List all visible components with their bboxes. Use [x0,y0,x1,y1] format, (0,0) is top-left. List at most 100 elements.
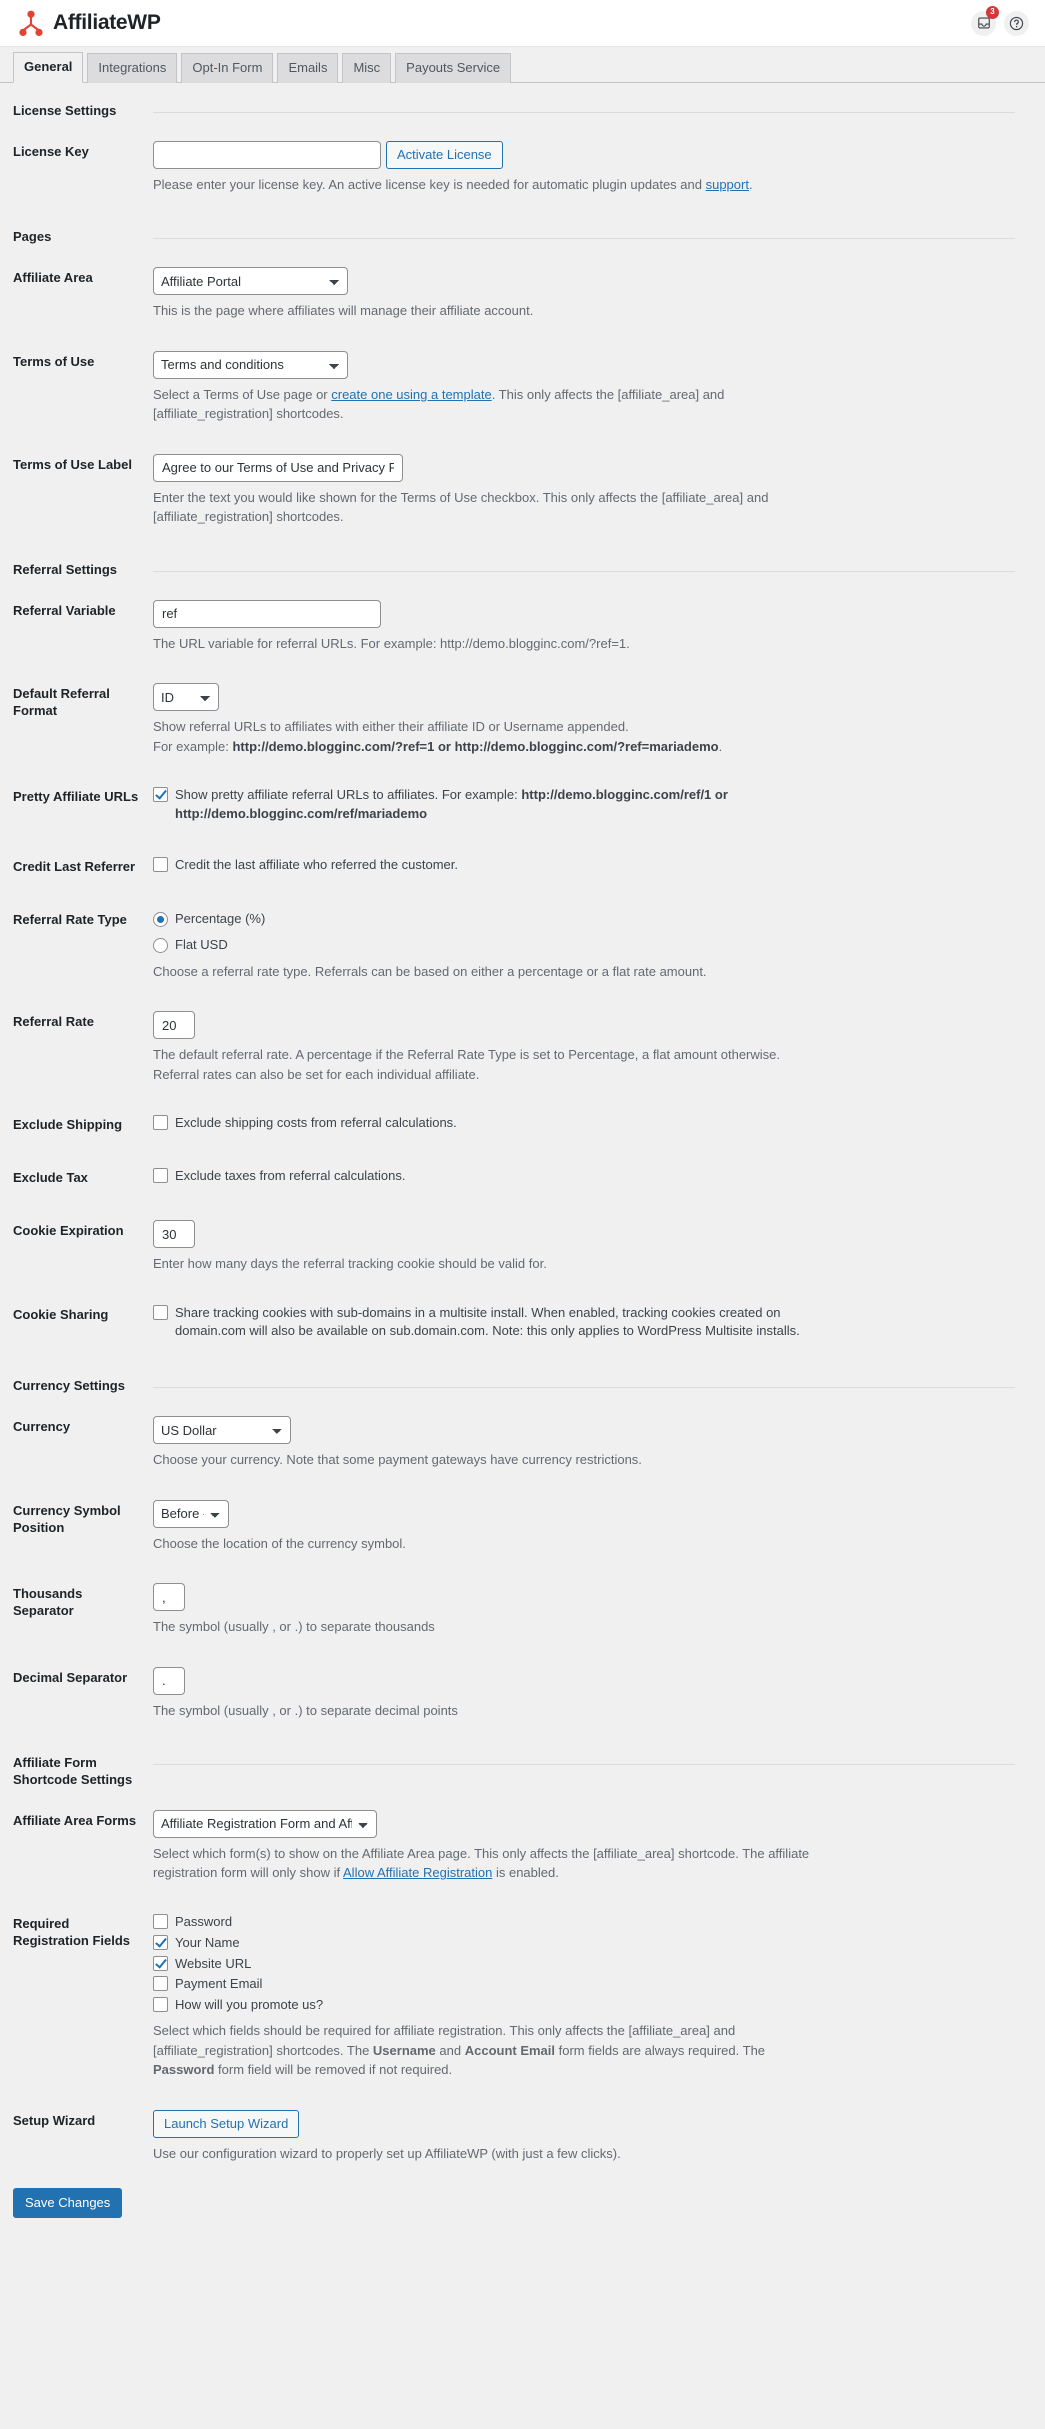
label-decimal-separator: Decimal Separator [13,1669,128,1685]
thousands-separator-input[interactable] [153,1583,185,1612]
promote-checkbox[interactable] [153,1997,168,2013]
rrf-desc-2: and [435,2042,465,2058]
referral-rate-type-option-percentage[interactable]: Percentage (%) [153,909,1015,929]
drf-desc-line2-pre: For example: [153,738,233,754]
currency-select[interactable]: US Dollar [153,1416,291,1445]
label-referral-rate-type: Referral Rate Type [13,911,127,927]
affiliate-area-forms-select[interactable]: Affiliate Registration Form and Affiliat… [153,1809,377,1838]
referral-variable-input[interactable] [153,599,381,628]
section-divider [153,542,1025,585]
rrf-desc-3: form fields are always required. The [555,2042,766,2058]
label-referral-variable: Referral Variable [13,602,116,618]
thousands-separator-description: The symbol (usually , or .) to separate … [153,1619,435,1635]
header-actions: 3 [971,5,1029,36]
default-referral-format-description: Show referral URLs to affiliates with ei… [153,717,813,756]
row-decimal-separator: Decimal Separator The symbol (usually , … [13,1652,1025,1736]
row-referral-variable: Referral Variable The URL variable for r… [13,585,1025,669]
currency-symbol-position-select[interactable]: Before - $10 [153,1499,229,1528]
license-key-desc-post: . [748,176,753,192]
settings-form: License Settings License Key Activate Li… [0,83,1045,2178]
label-default-referral-format: Default Referral Format [13,686,110,719]
payment-email-checkbox[interactable] [153,1976,168,1992]
section-affiliate-form-shortcode-settings: Affiliate Form Shortcode Settings [13,1735,1025,1795]
allow-affiliate-registration-link[interactable]: Allow Affiliate Registration [343,1865,492,1880]
your-name-checkbox[interactable] [153,1934,168,1950]
field-option-password[interactable]: Password [153,1913,1015,1932]
tab-payouts-service[interactable]: Payouts Service [395,52,512,83]
terms-of-use-label-input[interactable] [153,453,403,482]
rrf-desc-4: form field will be removed if not requir… [214,2062,453,2078]
tab-opt-in-form[interactable]: Opt-In Form [181,52,274,83]
section-currency-settings: Currency Settings [13,1358,1025,1401]
website-url-checkbox[interactable] [153,1955,168,1971]
tab-emails[interactable]: Emails [277,52,339,83]
label-pretty-affiliate-urls: Pretty Affiliate URLs [13,789,139,805]
row-affiliate-area: Affiliate Area Affiliate Portal This is … [13,252,1025,336]
credit-last-referrer-checkbox[interactable] [153,856,168,872]
pretty-affiliate-urls-checkbox[interactable] [153,787,168,803]
field-option-website-url[interactable]: Website URL [153,1955,1015,1974]
field-option-payment-email[interactable]: Payment Email [153,1975,1015,1994]
cookie-expiration-input[interactable] [153,1220,195,1249]
label-terms-of-use: Terms of Use [13,353,95,369]
drf-desc-line2-post: . [718,738,723,754]
section-referral-settings: Referral Settings [13,542,1025,585]
flat-label: Flat USD [175,937,228,953]
flat-radio[interactable] [153,938,168,953]
tab-misc[interactable]: Misc [342,52,392,83]
percentage-label: Percentage (%) [175,910,266,926]
help-circle-icon [1009,16,1024,30]
password-label: Password [175,1913,233,1929]
cookie-sharing-checkbox[interactable] [153,1304,168,1320]
field-option-promote[interactable]: How will you promote us? [153,1996,1015,2015]
drf-desc-line2-bold: http://demo.blogginc.com/?ref=1 or http:… [232,738,719,754]
default-referral-format-select[interactable]: ID [153,683,219,712]
help-button[interactable] [1004,10,1029,36]
setup-wizard-description: Use our configuration wizard to properly… [153,2145,621,2161]
tou-desc-pre: Select a Terms of Use page or [153,386,332,402]
create-template-link[interactable]: create one using a template [331,387,491,402]
activate-license-button[interactable]: Activate License [386,140,503,169]
field-option-your-name[interactable]: Your Name [153,1934,1015,1953]
section-divider [153,209,1025,252]
password-checkbox[interactable] [153,1913,168,1929]
tab-general[interactable]: General [13,51,84,83]
cookie-sharing-text: Share tracking cookies with sub-domains … [175,1304,800,1339]
notifications-button[interactable]: 3 [971,5,999,36]
app-header: AffiliateWP 3 [0,0,1045,47]
save-changes-button[interactable]: Save Changes [13,2188,123,2219]
label-credit-last-referrer: Credit Last Referrer [13,858,136,874]
terms-of-use-label-description: Enter the text you would like shown for … [153,489,769,525]
aaf-desc-post: is enabled. [492,1865,559,1881]
label-affiliate-area-forms: Affiliate Area Forms [13,1812,137,1828]
referral-rate-description: The default referral rate. A percentage … [153,1047,780,1082]
row-terms-of-use: Terms of Use Terms and conditions Select… [13,336,1025,439]
section-pages: Pages [13,209,1025,252]
your-name-label: Your Name [175,1934,240,1950]
row-cookie-sharing: Cookie Sharing Share tracking cookies wi… [13,1289,1025,1359]
row-setup-wizard: Setup Wizard Launch Setup Wizard Use our… [13,2095,1025,2179]
decimal-separator-description: The symbol (usually , or .) to separate … [153,1702,458,1718]
label-currency: Currency [13,1419,71,1435]
exclude-shipping-checkbox[interactable] [153,1115,168,1131]
form-footer: Save Changes [0,2178,1045,2236]
launch-setup-wizard-button[interactable]: Launch Setup Wizard [153,2109,300,2138]
label-setup-wizard: Setup Wizard [13,2112,96,2128]
promote-label: How will you promote us? [175,1997,324,2013]
label-affiliate-area: Affiliate Area [13,270,93,286]
support-link[interactable]: support [706,177,749,192]
exclude-tax-checkbox[interactable] [153,1168,168,1184]
row-currency: Currency US Dollar Choose your currency.… [13,1401,1025,1485]
referral-rate-type-option-flat[interactable]: Flat USD [153,935,1015,955]
referral-rate-input[interactable] [153,1011,195,1040]
row-pretty-affiliate-urls: Pretty Affiliate URLs Show pretty affili… [13,771,1025,841]
affiliate-area-select[interactable]: Affiliate Portal [153,267,348,296]
website-url-label: Website URL [175,1955,252,1971]
row-exclude-tax: Exclude Tax Exclude taxes from referral … [13,1152,1025,1205]
percentage-radio[interactable] [153,911,168,927]
tab-integrations[interactable]: Integrations [87,52,178,83]
terms-of-use-select[interactable]: Terms and conditions [153,350,348,379]
license-key-input[interactable] [153,140,381,169]
row-required-registration-fields: Required Registration Fields Password Yo… [13,1898,1025,2095]
decimal-separator-input[interactable] [153,1666,185,1695]
